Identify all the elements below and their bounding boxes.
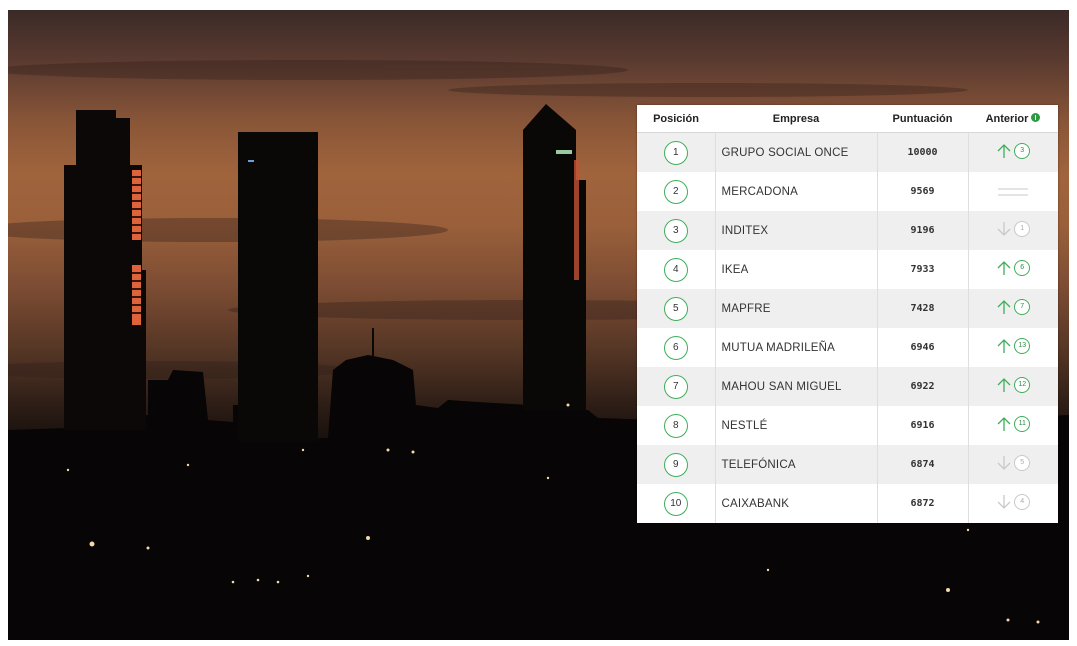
company-cell: MAPFRE	[715, 289, 878, 328]
header-score: Puntuación	[877, 105, 968, 133]
previous-position-badge: 7	[1014, 299, 1031, 315]
previous-cell: 5	[968, 445, 1058, 484]
no-change-icon	[969, 187, 1059, 197]
score-cell: 6872	[877, 484, 969, 523]
position-badge: 2	[663, 179, 688, 204]
table-row: 3 INDITEX 9196 1	[637, 211, 1058, 250]
company-cell: IKEA	[715, 250, 878, 289]
previous-position-badge: 5	[1014, 455, 1031, 471]
arrow-up-icon	[996, 416, 1012, 432]
previous-cell: 11	[968, 406, 1058, 445]
score-cell: 7428	[877, 289, 969, 328]
previous-cell: 1	[968, 211, 1058, 250]
previous-cell: 7	[968, 289, 1058, 328]
header-position: Posición	[637, 105, 715, 133]
previous-position-badge: 13	[1014, 338, 1031, 354]
previous-position-badge: 12	[1014, 377, 1031, 393]
position-cell: 4	[637, 250, 716, 289]
previous-position-badge: 11	[1014, 416, 1031, 432]
arrow-up-icon	[996, 299, 1012, 315]
table-row: 1 GRUPO SOCIAL ONCE 10000 3	[637, 132, 1058, 172]
score-cell: 9569	[877, 172, 969, 211]
arrow-up-icon	[996, 143, 1012, 159]
company-cell: GRUPO SOCIAL ONCE	[715, 132, 878, 172]
table-row: 5 MAPFRE 7428 7	[637, 289, 1058, 328]
company-cell: NESTLÉ	[715, 406, 878, 445]
position-badge: 4	[663, 257, 688, 282]
company-cell: INDITEX	[715, 211, 878, 250]
previous-cell: 12	[968, 367, 1058, 406]
table-row: 7 MAHOU SAN MIGUEL 6922 12	[637, 367, 1058, 406]
arrow-up-icon	[996, 338, 1012, 354]
arrow-down-icon	[996, 494, 1012, 510]
position-badge: 6	[663, 335, 688, 360]
position-cell: 9	[637, 445, 716, 484]
company-cell: MUTUA MADRILEÑA	[715, 328, 878, 367]
previous-cell: 13	[968, 328, 1058, 367]
score-cell: 6922	[877, 367, 969, 406]
arrow-up-icon	[996, 260, 1012, 276]
position-badge: 5	[663, 296, 688, 321]
table-row: 8 NESTLÉ 6916 11	[637, 406, 1058, 445]
position-badge: 9	[663, 452, 688, 477]
header-company: Empresa	[715, 105, 877, 133]
header-previous: Anterior	[968, 105, 1058, 133]
position-badge: 3	[663, 218, 688, 243]
position-badge: 1	[663, 140, 688, 165]
position-cell: 10	[637, 484, 716, 523]
table-row: 4 IKEA 7933 6	[637, 250, 1058, 289]
position-badge: 10	[663, 491, 688, 516]
table-header-row: Posición Empresa Puntuación Anterior	[637, 105, 1058, 133]
position-cell: 2	[637, 172, 716, 211]
company-cell: MERCADONA	[715, 172, 878, 211]
position-cell: 7	[637, 367, 716, 406]
previous-cell: 3	[968, 132, 1058, 172]
previous-cell: 6	[968, 250, 1058, 289]
previous-cell	[968, 172, 1058, 211]
table-row: 2 MERCADONA 9569	[637, 172, 1058, 211]
table-row: 6 MUTUA MADRILEÑA 6946 13	[637, 328, 1058, 367]
score-cell: 6874	[877, 445, 969, 484]
ranking-table-card: Posición Empresa Puntuación Anterior 1 GR…	[637, 105, 1058, 523]
table-row: 9 TELEFÓNICA 6874 5	[637, 445, 1058, 484]
score-cell: 7933	[877, 250, 969, 289]
position-badge: 7	[663, 374, 688, 399]
company-cell: MAHOU SAN MIGUEL	[715, 367, 878, 406]
score-cell: 6916	[877, 406, 969, 445]
score-cell: 9196	[877, 211, 969, 250]
previous-cell: 4	[968, 484, 1058, 523]
table-row: 10 CAIXABANK 6872 4	[637, 484, 1058, 523]
previous-position-badge: 6	[1014, 260, 1031, 276]
previous-position-badge: 1	[1014, 221, 1031, 237]
info-icon[interactable]	[1031, 112, 1041, 122]
previous-position-badge: 3	[1014, 143, 1031, 159]
position-cell: 5	[637, 289, 716, 328]
arrow-up-icon	[996, 377, 1012, 393]
position-cell: 8	[637, 406, 716, 445]
arrow-down-icon	[996, 221, 1012, 237]
position-cell: 1	[637, 132, 716, 172]
score-cell: 6946	[877, 328, 969, 367]
ranking-table: Posición Empresa Puntuación Anterior 1 GR…	[637, 105, 1058, 523]
position-cell: 3	[637, 211, 716, 250]
company-cell: TELEFÓNICA	[715, 445, 878, 484]
previous-position-badge: 4	[1014, 494, 1031, 510]
score-cell: 10000	[877, 132, 969, 172]
company-cell: CAIXABANK	[715, 484, 878, 523]
position-badge: 8	[663, 413, 688, 438]
position-cell: 6	[637, 328, 716, 367]
arrow-down-icon	[996, 455, 1012, 471]
header-previous-label: Anterior	[985, 112, 1029, 125]
